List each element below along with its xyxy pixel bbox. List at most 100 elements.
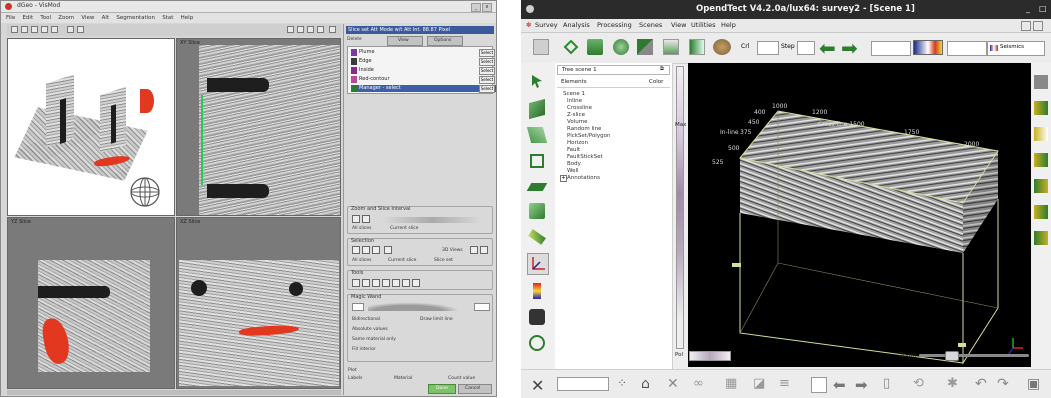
view-button[interactable]: View: [387, 36, 423, 46]
segment-row[interactable]: Plume Select: [351, 49, 496, 57]
undo-icon[interactable]: ↶: [975, 376, 990, 392]
tree-item-annotations[interactable]: Annotations: [567, 175, 600, 181]
selection-3d-a-icon[interactable]: [470, 246, 478, 254]
right-tool-6-icon[interactable]: [1034, 205, 1048, 219]
dock-close-icon[interactable]: [1033, 21, 1043, 31]
attribute-icon[interactable]: [637, 39, 653, 55]
home-view-icon[interactable]: [529, 335, 545, 351]
segment-select-button[interactable]: Select: [479, 49, 495, 57]
color-scale-icon[interactable]: [533, 283, 541, 299]
magic-check-bidirectional[interactable]: Bidirectional: [352, 317, 380, 322]
segment-select-button[interactable]: Select: [479, 67, 495, 75]
grid-icon[interactable]: ▦: [725, 376, 740, 391]
layout-4-icon[interactable]: [317, 26, 324, 33]
pickset-select[interactable]: [557, 377, 609, 391]
tree-item-volume[interactable]: Volume: [567, 119, 587, 125]
expand-annotations-icon[interactable]: +: [560, 175, 567, 182]
zoom-icon[interactable]: [41, 26, 48, 33]
segment-select-button[interactable]: Select: [479, 58, 495, 66]
redo-icon[interactable]: ↷: [997, 376, 1012, 392]
fullscreen-icon[interactable]: [329, 26, 336, 33]
menu-scenes[interactable]: Scenes: [639, 21, 662, 29]
segment-row[interactable]: Red-contour Select: [351, 76, 496, 84]
menu-view[interactable]: View: [671, 21, 686, 29]
minimize-icon[interactable]: _: [471, 3, 481, 12]
reset-view-icon[interactable]: [11, 26, 18, 33]
selection-radio-current[interactable]: Current slice: [388, 258, 416, 263]
light-icon[interactable]: [77, 26, 84, 33]
magic-min-input[interactable]: [352, 303, 364, 311]
survey-map-icon[interactable]: [587, 39, 603, 55]
select-clear-icon[interactable]: [384, 246, 392, 254]
viewport-yz-slice[interactable]: YZ Slice: [7, 217, 175, 389]
select-remove-icon[interactable]: [362, 246, 370, 254]
right-tool-2-icon[interactable]: [1034, 101, 1048, 115]
viewport-scrollbar[interactable]: [7, 390, 341, 395]
volume-display-icon[interactable]: [529, 203, 545, 219]
tool-pencil-icon[interactable]: [352, 279, 360, 287]
tool-eraser-icon[interactable]: [362, 279, 370, 287]
zoom-radio-all[interactable]: All slices: [352, 226, 371, 231]
snapshot-camera-icon[interactable]: [529, 309, 545, 325]
inline-icon[interactable]: [529, 98, 545, 120]
bottom-prev-arrow-icon[interactable]: ⬅: [833, 376, 848, 394]
camera-icon[interactable]: [51, 26, 58, 33]
polygon-icon[interactable]: ◪: [753, 376, 768, 391]
tool-lasso-icon[interactable]: [392, 279, 400, 287]
left-menu-alt[interactable]: Alt: [102, 13, 109, 23]
menu-processing[interactable]: Processing: [597, 21, 632, 29]
tree-item-pickset[interactable]: PickSet/Polygon: [567, 133, 610, 139]
tree-item-random-line[interactable]: Random line: [567, 126, 601, 132]
zoom-histogram[interactable]: [382, 217, 482, 223]
done-button[interactable]: Done: [428, 384, 456, 394]
tool-threshold-icon[interactable]: [412, 279, 420, 287]
orientation-gizmo-icon[interactable]: [128, 175, 162, 209]
bottom-step-input[interactable]: [811, 377, 827, 393]
cross-icon[interactable]: ✕: [667, 376, 682, 392]
options-button[interactable]: Options: [427, 36, 463, 46]
tree-item-well[interactable]: Well: [567, 168, 579, 174]
left-menu-segmentation[interactable]: Segmentation: [116, 13, 155, 23]
zoom-radio-current[interactable]: Current slice: [390, 226, 418, 231]
segment-select-button[interactable]: Select: [479, 85, 495, 93]
menu-survey[interactable]: Survey: [535, 21, 558, 29]
close-icon[interactable]: x: [482, 3, 492, 12]
left-menu-file[interactable]: File: [6, 13, 15, 23]
measure-icon[interactable]: [67, 26, 74, 33]
viewport-xz-slice[interactable]: XZ Slice: [176, 217, 341, 389]
zoom-in-icon[interactable]: [352, 215, 360, 223]
magic-draw-limit-line[interactable]: Draw limit line: [420, 317, 453, 322]
view-mode-icon[interactable]: [533, 39, 549, 55]
well-icon[interactable]: [689, 39, 705, 55]
right-tool-4-icon[interactable]: [1034, 153, 1048, 167]
left-menu-edit[interactable]: Edit: [22, 13, 33, 23]
cancel-button[interactable]: Cancel: [458, 384, 492, 394]
left-menu-zoom[interactable]: Zoom: [58, 13, 74, 23]
layout-2-icon[interactable]: [297, 26, 304, 33]
undo-circle-icon[interactable]: ⟲: [913, 376, 928, 391]
segment-list[interactable]: Plume Select Edge Select Inside Select R…: [347, 46, 496, 94]
tool-pointer-icon[interactable]: [382, 279, 390, 287]
colortable-preview[interactable]: [913, 40, 943, 55]
rotate-icon[interactable]: [21, 26, 28, 33]
3d-view-icon[interactable]: [613, 39, 629, 55]
minimize-icon[interactable]: _: [1026, 4, 1030, 13]
viewport-3d[interactable]: [7, 38, 175, 216]
zoom-slider-handle[interactable]: [945, 351, 959, 361]
colortable-select[interactable]: Seismics: [987, 41, 1045, 56]
pick-icon[interactable]: [563, 39, 579, 55]
tool-fill-icon[interactable]: [372, 279, 380, 287]
right-tool-5-icon[interactable]: [1034, 179, 1048, 193]
selection-radio-set[interactable]: Slice set: [434, 258, 453, 263]
magic-histogram[interactable]: [368, 301, 468, 311]
save-icon[interactable]: ▣: [1027, 376, 1042, 392]
tree-item-horizon[interactable]: Horizon: [567, 140, 588, 146]
settings-icon[interactable]: ✱: [947, 376, 962, 391]
magic-check-absolute[interactable]: Absolute values: [352, 327, 388, 332]
volume-icon[interactable]: [713, 39, 731, 55]
menu-help[interactable]: Help: [721, 21, 736, 29]
layer-icon[interactable]: ≡: [779, 376, 794, 391]
3d-scene-viewer[interactable]: 400 450 500 525 In-line 375 1000 1200 Cr…: [688, 63, 1031, 367]
pickset-icon[interactable]: [528, 229, 546, 245]
close-icon[interactable]: □: [1039, 4, 1047, 13]
